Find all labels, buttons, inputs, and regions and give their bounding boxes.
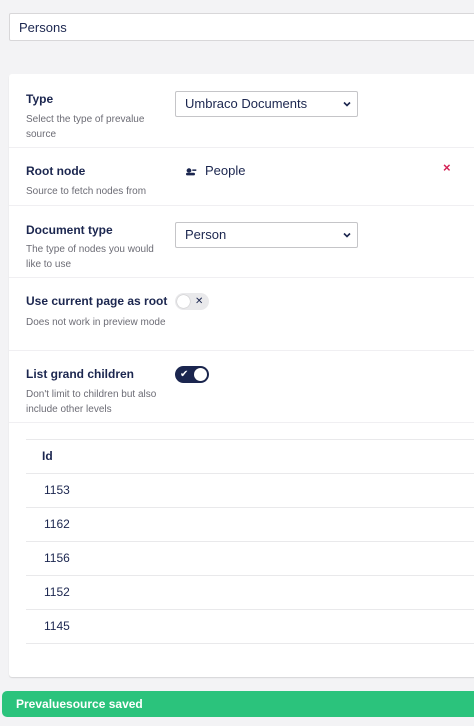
document-icon	[186, 167, 197, 175]
type-label: Type	[26, 92, 54, 106]
table-row: 1145	[26, 610, 474, 644]
table-row: 1153	[26, 474, 474, 508]
list-grand-children-row: List grand children Don't limit to child…	[9, 350, 474, 423]
document-type-label: Document type	[26, 223, 113, 237]
document-type-row: Document type The type of nodes you woul…	[9, 205, 474, 278]
table-row: 1152	[26, 576, 474, 610]
document-type-select[interactable]: Person	[175, 222, 358, 248]
chevron-down-icon	[343, 101, 351, 107]
preview-table: Id 1153 1162 1156 1152 1145	[26, 439, 474, 644]
type-select-value: Umbraco Documents	[185, 96, 308, 111]
root-node-label: Root node	[26, 164, 86, 178]
document-type-description: The type of nodes you would like to use	[26, 244, 154, 270]
use-current-page-toggle[interactable]: ✕	[175, 293, 209, 310]
use-current-page-description: Does not work in preview mode	[26, 317, 166, 328]
name-field[interactable]: Persons	[9, 13, 474, 41]
settings-panel: Type Select the type of prevalue source …	[9, 74, 474, 677]
type-select[interactable]: Umbraco Documents	[175, 91, 358, 117]
use-current-page-row: Use current page as root Does not work i…	[9, 277, 474, 351]
table-row: 1156	[26, 542, 474, 576]
list-grand-children-label: List grand children	[26, 367, 135, 381]
use-current-page-label: Use current page as root	[26, 294, 168, 308]
root-node-name: People	[205, 163, 246, 178]
document-type-select-value: Person	[185, 227, 227, 242]
chevron-down-icon	[343, 232, 351, 238]
type-row: Type Select the type of prevalue source …	[9, 74, 474, 148]
type-description: Select the type of prevalue source	[26, 114, 145, 140]
list-grand-children-description: Don't limit to children but also include…	[26, 389, 157, 415]
toggle-knob	[194, 368, 207, 381]
root-node-description: Source to fetch nodes from	[26, 186, 147, 197]
success-toast[interactable]: Prevaluesource saved	[2, 691, 474, 717]
check-icon: ✔	[180, 369, 189, 380]
list-grand-children-toggle[interactable]: ✔	[175, 366, 209, 383]
table-row: 1162	[26, 508, 474, 542]
root-node-row: Root node Source to fetch nodes from Peo…	[9, 147, 474, 206]
root-node-item[interactable]: People	[185, 162, 245, 180]
remove-root-node-button[interactable]: ×	[443, 160, 451, 175]
column-header-id: Id	[26, 440, 474, 474]
toggle-knob	[177, 295, 190, 308]
close-icon: ✕	[195, 296, 204, 307]
